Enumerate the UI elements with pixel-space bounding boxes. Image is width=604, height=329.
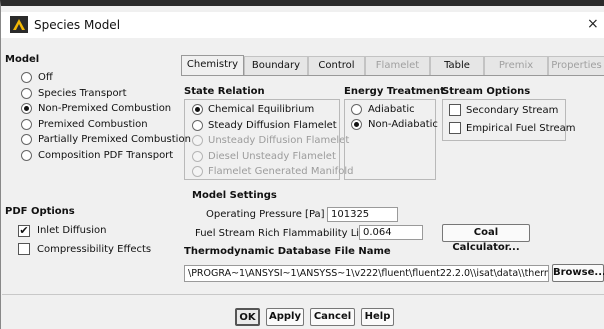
state-relation-radio-diesel-unsteady-flamelet (192, 150, 203, 162)
model-radio-non-premixed-combustion[interactable] (21, 103, 32, 114)
tab-table[interactable]: Table (430, 56, 484, 75)
tab-boundary[interactable]: Boundary (244, 56, 308, 75)
adiabatic-label: Adiabatic (368, 104, 415, 115)
cancel-button[interactable]: Cancel (310, 308, 355, 326)
compressibility-effects-label: Compressibility Effects (37, 244, 152, 255)
adiabatic-radio[interactable] (351, 104, 362, 115)
model-radio-composition-pdf-transport[interactable] (21, 149, 32, 161)
ansys-fluent-app-icon (10, 16, 28, 33)
inlet-diffusion-checkbox[interactable]: ✔ (18, 225, 30, 237)
title-bar: Species Model × (1, 12, 604, 38)
state-relation-label-diesel-unsteady-flamelet: Diesel Unsteady Flamelet (208, 150, 336, 162)
model-header: Model (5, 54, 40, 65)
state-relation-radio-steady-diffusion-flamelet[interactable] (192, 119, 203, 131)
model-radio-premixed-combustion[interactable] (21, 118, 32, 130)
state-relation-radio-flamelet-generated-manifold (192, 166, 203, 177)
browse-button[interactable]: Browse... (552, 264, 604, 282)
stream-options-header: Stream Options (442, 86, 531, 97)
energy-treatment-header: Energy Treatment (344, 86, 445, 97)
tab-chemistry[interactable]: Chemistry (181, 55, 244, 75)
state-relation-header: State Relation (184, 86, 265, 97)
non-adiabatic-radio[interactable] (351, 119, 362, 130)
non-adiabatic-label: Non-Adiabatic (368, 119, 438, 130)
tab-properties: Properties (548, 56, 604, 75)
empirical-fuel-stream-label: Empirical Fuel Stream (466, 123, 576, 134)
tab-premix: Premix (484, 56, 548, 75)
window-title: Species Model (34, 18, 121, 32)
model-label-composition-pdf-transport: Composition PDF Transport (38, 149, 174, 161)
footer-separator (2, 294, 604, 295)
state-relation-radio-unsteady-diffusion-flamelet (192, 135, 203, 146)
thermo-db-path-input[interactable]: \PROGRA~1\ANSYSI~1\ANSYSS~1\v222\fluent\… (184, 265, 549, 282)
flammability-limit-input[interactable]: 0.064 (359, 225, 423, 240)
tab-baseline (181, 75, 604, 76)
state-relation-label-steady-diffusion-flamelet: Steady Diffusion Flamelet (208, 119, 337, 131)
operating-pressure-input[interactable]: 101325 (327, 207, 398, 222)
coal-calculator-button[interactable]: Coal Calculator... (442, 224, 530, 253)
state-relation-label-unsteady-diffusion-flamelet: Unsteady Diffusion Flamelet (208, 135, 350, 146)
model-label-off: Off (38, 72, 53, 83)
compressibility-effects-checkbox[interactable] (18, 243, 30, 255)
ok-button[interactable]: OK (235, 308, 260, 326)
thermo-db-header: Thermodynamic Database File Name (184, 246, 391, 257)
flammability-limit-label: Fuel Stream Rich Flammability Limit (195, 228, 376, 239)
model-label-species-transport: Species Transport (38, 87, 127, 99)
tab-flamelet: Flamelet (365, 56, 430, 75)
close-icon[interactable]: × (587, 16, 599, 32)
empirical-fuel-stream-checkbox[interactable] (449, 122, 461, 134)
model-radio-species-transport[interactable] (21, 87, 32, 99)
state-relation-radio-chemical-equilibrium[interactable] (192, 104, 203, 115)
secondary-stream-label: Secondary Stream (466, 105, 559, 116)
tab-control[interactable]: Control (308, 56, 365, 75)
model-radio-partially-premixed-combustion[interactable] (21, 134, 32, 145)
pdf-options-header: PDF Options (5, 206, 75, 217)
species-model-dialog: Species Model × Model Off Species Transpo… (0, 0, 604, 329)
model-label-non-premixed-combustion: Non-Premixed Combustion (38, 103, 172, 114)
model-label-partially-premixed-combustion: Partially Premixed Combustion (38, 134, 191, 145)
secondary-stream-checkbox[interactable] (449, 104, 461, 116)
state-relation-label-flamelet-generated-manifold: Flamelet Generated Manifold (208, 166, 354, 177)
model-label-premixed-combustion: Premixed Combustion (38, 118, 148, 130)
help-button[interactable]: Help (361, 308, 394, 326)
apply-button[interactable]: Apply (266, 308, 304, 326)
operating-pressure-label: Operating Pressure [Pa] (206, 209, 325, 220)
model-settings-header: Model Settings (192, 190, 277, 201)
state-relation-label-chemical-equilibrium: Chemical Equilibrium (208, 104, 315, 115)
model-radio-off[interactable] (21, 72, 32, 83)
inlet-diffusion-label: Inlet Diffusion (37, 225, 107, 236)
